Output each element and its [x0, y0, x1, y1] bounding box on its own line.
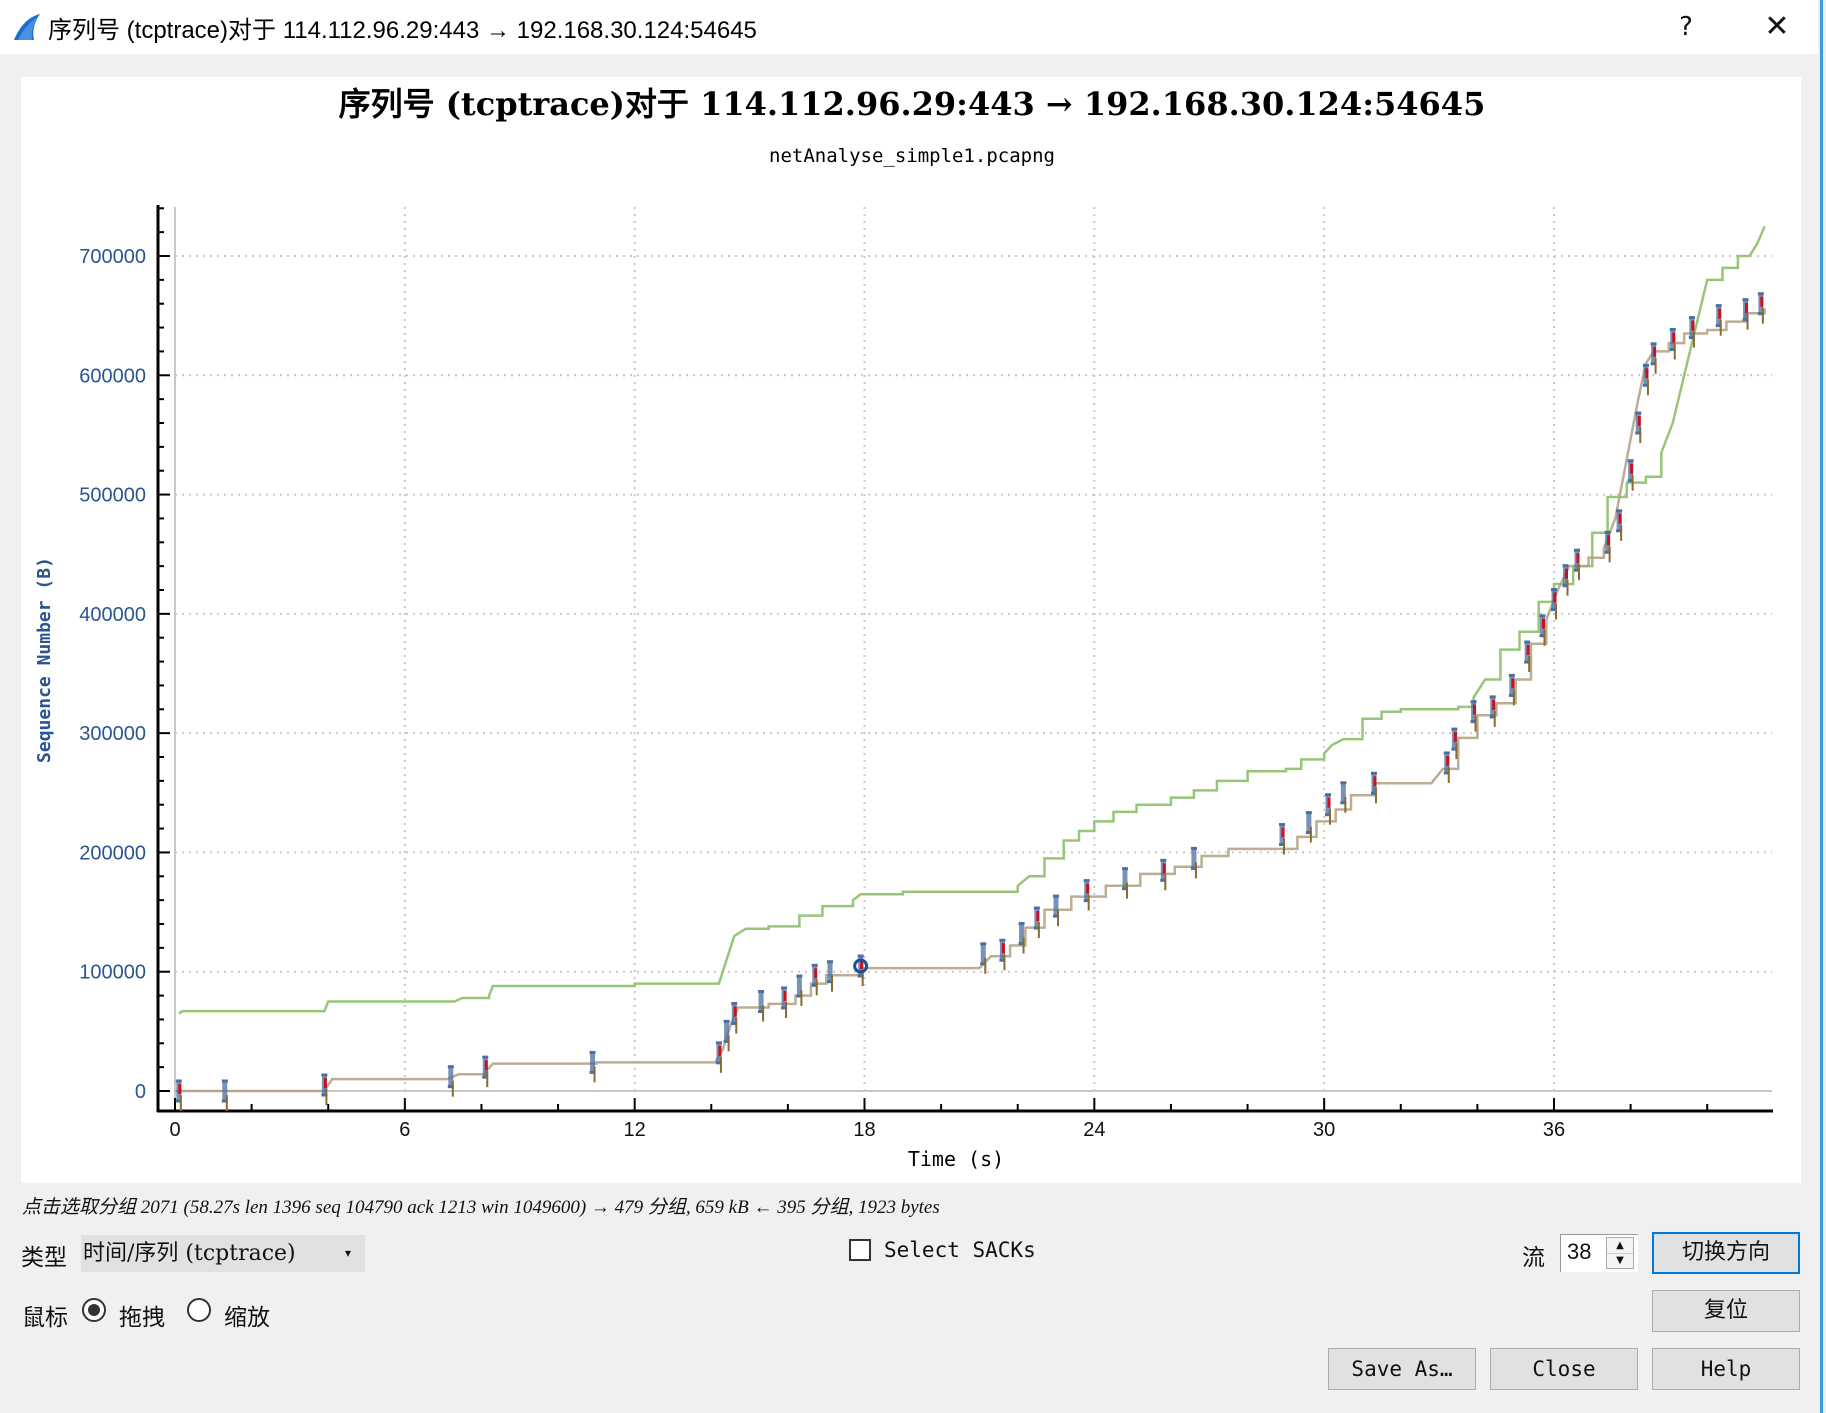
chart-title: 序列号 (tcptrace)对于 114.112.96.29:443 → 192… — [339, 85, 1486, 123]
grid-lines — [175, 207, 1772, 1095]
segment-mark — [1451, 727, 1458, 760]
y-tick-label: 400000 — [79, 604, 146, 626]
segment-mark — [1551, 588, 1557, 620]
ack-line — [175, 308, 1766, 1093]
segment-mark — [1757, 292, 1764, 324]
segment-mark — [1616, 509, 1623, 541]
segment-mark — [715, 1041, 722, 1073]
y-tick-label: 0 — [135, 1081, 146, 1103]
help-button[interactable]: Help — [1652, 1348, 1800, 1390]
segment-mark — [999, 938, 1006, 971]
segment-mark — [1562, 564, 1569, 596]
graph-type-select[interactable]: 时间/序列 (tcptrace) ▾ — [81, 1235, 365, 1272]
segment-mark — [1018, 922, 1025, 954]
segment-mark — [1121, 867, 1128, 899]
close-button[interactable]: Close — [1490, 1348, 1638, 1390]
stream-value: 38 — [1567, 1239, 1592, 1264]
mouse-drag-label: 拖拽 — [119, 1305, 165, 1331]
type-label: 类型 — [21, 1245, 67, 1271]
y-axis-ticks: 0 100000 200000 300000 400000 500000 600000 700… — [79, 207, 170, 1103]
x-axis-ticks: 0 6 12 18 24 30 36 — [169, 1098, 1709, 1141]
y-tick-label: 700000 — [79, 246, 146, 268]
y-tick-label: 300000 — [79, 723, 146, 745]
switch-direction-button[interactable]: 切换方向 — [1652, 1232, 1800, 1274]
y-axis-label: Sequence Number (B) — [34, 557, 55, 763]
segment-mark — [321, 1073, 328, 1106]
y-tick-label: 100000 — [79, 962, 146, 984]
spin-up-icon[interactable]: ▲ — [1607, 1238, 1633, 1254]
reset-button[interactable]: 复位 — [1652, 1290, 1800, 1332]
chart-subtitle: netAnalyse_simple1.pcapng — [769, 145, 1055, 167]
x-tick-label: 6 — [399, 1119, 410, 1141]
mouse-zoom-radio[interactable] — [187, 1298, 211, 1322]
x-tick-label: 24 — [1083, 1119, 1105, 1141]
segment-mark — [758, 990, 765, 1022]
segment-mark — [482, 1055, 489, 1088]
segment-mark — [1669, 328, 1676, 360]
segment-mark — [447, 1065, 454, 1097]
segment-mark — [175, 1079, 182, 1111]
segment-mark — [1524, 640, 1531, 673]
segment-mark — [980, 942, 987, 974]
segment-mark — [1443, 751, 1450, 783]
segment-mark — [1489, 695, 1496, 727]
segment-mark — [221, 1079, 228, 1111]
graph-type-value: 时间/序列 (tcptrace) — [83, 1241, 296, 1266]
segment-mark — [1470, 700, 1477, 732]
segment-mark — [1650, 342, 1657, 374]
x-axis-label: Time (s) — [908, 1147, 1004, 1171]
y-tick-label: 500000 — [79, 485, 146, 507]
chevron-down-icon: ▾ — [344, 1246, 351, 1260]
y-tick-label: 600000 — [79, 365, 146, 387]
segment-mark — [1160, 858, 1167, 891]
segment-mark — [589, 1050, 596, 1083]
segment-mark — [781, 986, 788, 1018]
segment-mark — [1370, 771, 1377, 804]
series-layer — [175, 225, 1766, 1111]
segment-mark — [1627, 459, 1634, 491]
status-text: 点击选取分组 2071 (58.27s len 1396 seq 104790 … — [22, 1197, 940, 1218]
segment-mark — [1053, 894, 1060, 927]
stream-stepper[interactable]: ▲ ▼ — [1606, 1237, 1634, 1269]
save-as-button[interactable]: Save As… — [1328, 1348, 1476, 1390]
y-tick-label: 200000 — [79, 842, 146, 864]
stream-label: 流 — [1522, 1245, 1545, 1271]
segment-mark — [1642, 363, 1649, 396]
segment-mark — [796, 974, 803, 1007]
x-tick-label: 18 — [853, 1119, 875, 1141]
mouse-drag-radio[interactable] — [82, 1298, 106, 1322]
select-sacks-label: Select SACKs — [884, 1238, 1036, 1262]
segment-mark — [811, 963, 818, 996]
segment-mark — [1573, 548, 1580, 581]
segment-mark — [827, 960, 834, 992]
x-tick-label: 12 — [624, 1119, 646, 1141]
segment-mark — [731, 1001, 738, 1034]
spin-down-icon[interactable]: ▼ — [1607, 1253, 1633, 1268]
select-sacks-checkbox[interactable] — [849, 1239, 871, 1261]
segment-mark — [1635, 411, 1642, 443]
segment-mark — [1083, 879, 1090, 911]
mouse-zoom-label: 缩放 — [224, 1305, 270, 1331]
segment-mark — [1508, 673, 1515, 706]
window-line — [178, 225, 1766, 1015]
x-tick-label: 0 — [169, 1119, 180, 1141]
segment-mark — [1539, 614, 1546, 646]
x-tick-label: 36 — [1543, 1119, 1565, 1141]
segment-mark — [1033, 906, 1040, 939]
segment-mark — [1742, 298, 1749, 330]
mouse-label: 鼠标 — [22, 1305, 68, 1331]
x-tick-label: 30 — [1313, 1119, 1335, 1141]
segment-mark — [1604, 530, 1611, 563]
segment-mark — [1190, 846, 1197, 879]
